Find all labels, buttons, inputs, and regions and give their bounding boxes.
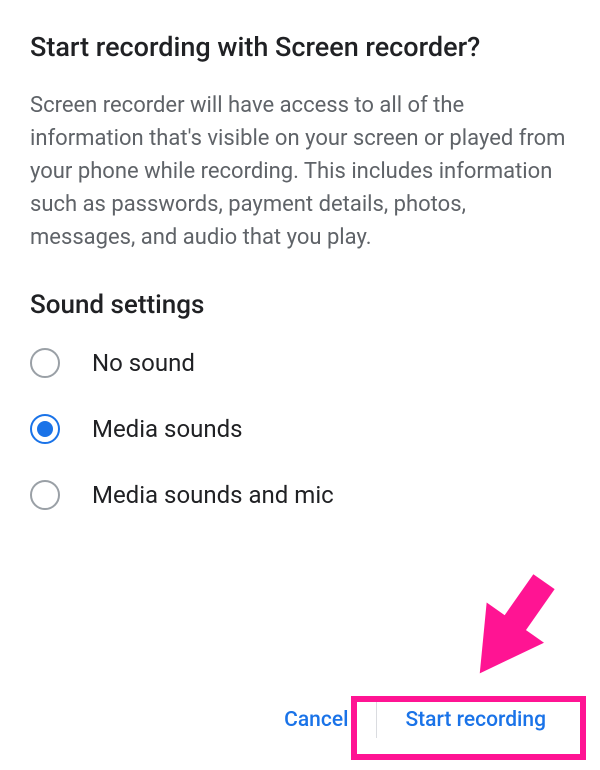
radio-option-media-sounds-and-mic[interactable]: Media sounds and mic: [30, 480, 570, 510]
dialog-description: Screen recorder will have access to all …: [30, 89, 570, 254]
radio-icon: [30, 414, 60, 444]
sound-settings-heading: Sound settings: [30, 290, 570, 320]
radio-label: Media sounds: [92, 415, 243, 443]
radio-label: Media sounds and mic: [92, 481, 334, 509]
sound-settings-radio-group: No sound Media sounds Media sounds and m…: [30, 348, 570, 510]
radio-label: No sound: [92, 349, 195, 377]
dialog-button-row: Cancel Start recording: [30, 694, 570, 746]
start-recording-button[interactable]: Start recording: [381, 694, 570, 746]
radio-icon: [30, 348, 60, 378]
button-divider: [376, 702, 377, 738]
radio-option-no-sound[interactable]: No sound: [30, 348, 570, 378]
dialog-title: Start recording with Screen recorder?: [30, 30, 570, 65]
annotation-arrow-icon: [450, 560, 570, 690]
cancel-button[interactable]: Cancel: [260, 694, 372, 746]
radio-option-media-sounds[interactable]: Media sounds: [30, 414, 570, 444]
radio-icon: [30, 480, 60, 510]
